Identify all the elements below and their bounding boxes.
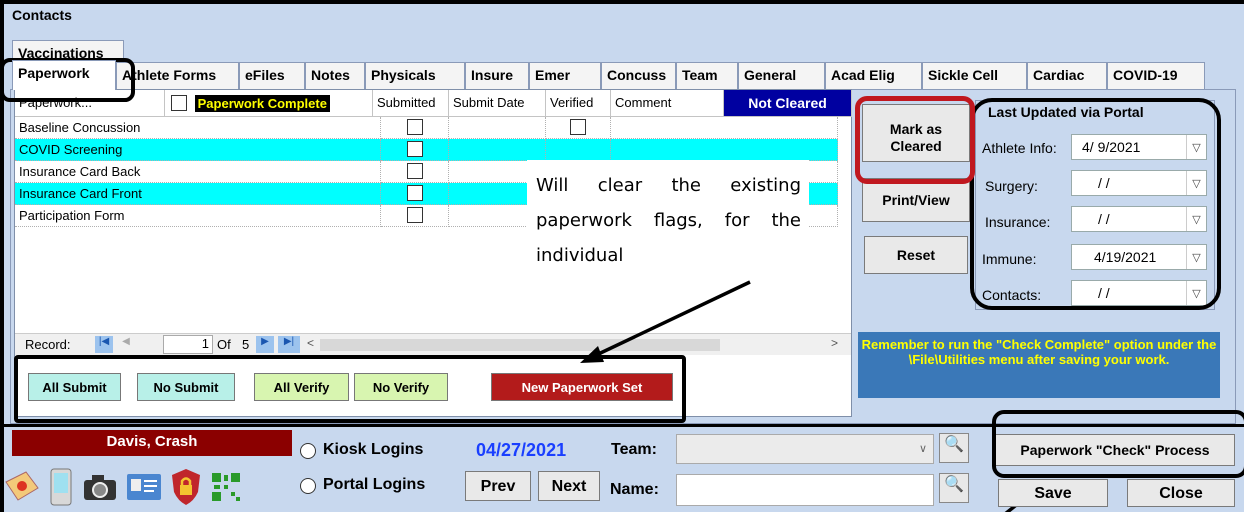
- submit-date-cell[interactable]: [449, 139, 546, 161]
- submit-date-cell[interactable]: [449, 117, 546, 139]
- name-label: Name:: [610, 481, 659, 498]
- callout-portal: [970, 98, 1221, 310]
- print-view-button[interactable]: Print/View: [862, 178, 970, 222]
- portal-logins-radio[interactable]: [300, 478, 316, 494]
- col-complete[interactable]: Paperwork Complete: [165, 90, 373, 117]
- submitted-checkbox[interactable]: [406, 119, 423, 135]
- comment-cell[interactable]: [611, 139, 838, 161]
- last-record-icon[interactable]: ▶|: [278, 336, 300, 353]
- callout-mark-cleared: [855, 96, 975, 184]
- team-search-icon[interactable]: 🔍: [939, 433, 969, 463]
- verified-cell: [546, 117, 611, 139]
- current-record-input[interactable]: 1: [163, 335, 213, 354]
- contacts-window: Contacts Vaccinations Paperwork Athlete …: [0, 0, 1244, 512]
- mobile-device-icon[interactable]: [46, 466, 76, 508]
- verified-cell: [546, 139, 611, 161]
- callout-check-process: [992, 410, 1244, 478]
- reset-button[interactable]: Reset: [864, 236, 968, 274]
- submitted-checkbox[interactable]: [406, 185, 423, 201]
- tab-concuss[interactable]: Concuss: [601, 62, 676, 89]
- qr-code-icon[interactable]: [208, 468, 244, 506]
- tab-acad-elig[interactable]: Acad Elig: [825, 62, 922, 89]
- row-name: COVID Screening: [15, 139, 381, 161]
- submitted-cell: [381, 205, 449, 227]
- row-name: Insurance Card Front: [15, 183, 381, 205]
- chevron-down-icon: ∨: [918, 443, 927, 455]
- total-records: 5: [242, 337, 250, 352]
- col-verified[interactable]: Verified: [546, 90, 611, 117]
- annotation-note: Will clear the existing paperwork flags,…: [527, 160, 809, 288]
- submitted-checkbox[interactable]: [406, 163, 423, 179]
- reminder-banner: Remember to run the "Check Complete" opt…: [858, 332, 1220, 398]
- submitted-cell: [381, 161, 449, 183]
- row-name: Insurance Card Back: [15, 161, 381, 183]
- team-label: Team:: [611, 441, 657, 458]
- tab-efiles[interactable]: eFiles: [239, 62, 305, 89]
- kiosk-logins-radio[interactable]: [300, 443, 316, 459]
- submitted-cell: [381, 139, 449, 161]
- row-name: Participation Form: [15, 205, 381, 227]
- next-button[interactable]: Next: [538, 471, 600, 501]
- prev-record-icon[interactable]: ◀: [117, 336, 135, 353]
- verified-checkbox[interactable]: [570, 119, 586, 135]
- name-input[interactable]: [676, 474, 934, 506]
- id-card-icon[interactable]: [124, 468, 164, 506]
- row-name: Baseline Concussion: [15, 117, 381, 139]
- tab-paperwork[interactable]: Paperwork: [12, 60, 116, 90]
- submitted-cell: [381, 183, 449, 205]
- submitted-checkbox[interactable]: [406, 141, 423, 157]
- callout-action-buttons: [14, 355, 686, 423]
- portal-logins-label: Portal Logins: [323, 476, 426, 493]
- tab-general[interactable]: General: [738, 62, 825, 89]
- top-frame: [0, 0, 1244, 4]
- window-title: Contacts: [12, 7, 72, 23]
- comment-cell[interactable]: [611, 117, 838, 139]
- scroll-right-icon[interactable]: >: [831, 336, 838, 350]
- camera-icon[interactable]: [80, 468, 120, 506]
- tab-cardiac[interactable]: Cardiac: [1027, 62, 1107, 89]
- close-button[interactable]: Close: [1127, 479, 1235, 507]
- submitted-cell: [381, 117, 449, 139]
- tab-covid-19[interactable]: COVID-19: [1107, 62, 1205, 89]
- tab-insure[interactable]: Insure: [465, 62, 529, 89]
- tab-physicals[interactable]: Physicals: [365, 62, 465, 89]
- col-comment[interactable]: Comment: [611, 90, 724, 117]
- col-submit-date[interactable]: Submit Date: [449, 90, 546, 117]
- person-name: Davis, Crash: [12, 430, 292, 456]
- table-row[interactable]: COVID Screening: [15, 139, 838, 161]
- tab-notes[interactable]: Notes: [305, 62, 365, 89]
- col-submitted[interactable]: Submitted: [373, 90, 449, 117]
- table-row[interactable]: Baseline Concussion: [15, 117, 838, 139]
- tab-emer[interactable]: Emer: [529, 62, 601, 89]
- first-record-icon[interactable]: |◀: [95, 336, 113, 353]
- next-record-icon[interactable]: ▶: [256, 336, 274, 353]
- paperwork-complete-label: Paperwork Complete: [194, 95, 330, 112]
- team-select[interactable]: ∨: [676, 434, 934, 464]
- kiosk-logins-label: Kiosk Logins: [323, 441, 424, 458]
- tab-sickle-cell[interactable]: Sickle Cell: [922, 62, 1027, 89]
- paperwork-complete-checkbox[interactable]: [171, 95, 187, 111]
- date-display: 04/27/2021: [476, 440, 567, 460]
- save-button[interactable]: Save: [998, 479, 1108, 507]
- shield-lock-icon[interactable]: [168, 466, 204, 508]
- of-label: Of: [217, 337, 231, 352]
- record-label: Record:: [25, 337, 71, 352]
- prev-button[interactable]: Prev: [465, 471, 531, 501]
- not-cleared-badge: Not Cleared: [724, 90, 852, 117]
- mail-icon[interactable]: [2, 464, 42, 508]
- tab-team[interactable]: Team: [676, 62, 738, 89]
- submitted-checkbox[interactable]: [406, 207, 423, 223]
- scroll-left-icon[interactable]: <: [307, 336, 314, 350]
- name-search-icon[interactable]: 🔍: [939, 473, 969, 503]
